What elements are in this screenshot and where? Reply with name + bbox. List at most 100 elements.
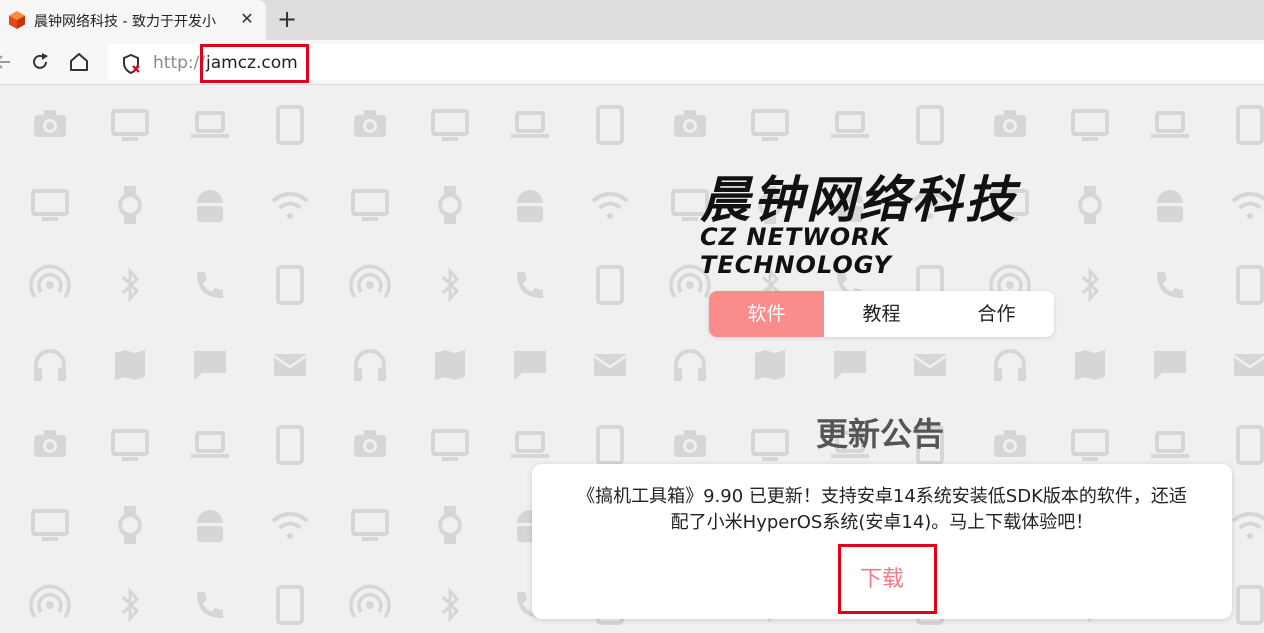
tablet-icon xyxy=(276,265,304,305)
android-icon xyxy=(197,510,223,542)
laptop-icon xyxy=(1151,111,1189,138)
tablet-icon xyxy=(1236,585,1264,625)
mail-icon xyxy=(913,354,947,376)
hotspot-icon xyxy=(349,264,391,299)
tab-software[interactable]: 软件 xyxy=(709,291,824,337)
camera-icon xyxy=(34,110,66,137)
back-arrow-icon[interactable] xyxy=(0,51,14,73)
chat-icon xyxy=(1154,351,1186,380)
bluetooth-icon xyxy=(121,587,140,623)
bluetooth-icon xyxy=(1081,267,1100,303)
url-scheme: http:// xyxy=(153,53,206,73)
notice-line-1: 《搞机工具箱》9.90 已更新！支持安卓14系统安装低SDK版本的软件，还适 xyxy=(577,486,1187,507)
laptop-icon xyxy=(511,431,549,458)
android-icon xyxy=(197,190,223,222)
new-tab-button[interactable]: + xyxy=(276,6,298,32)
highlight-box-url xyxy=(200,44,309,83)
android-icon xyxy=(517,190,543,222)
not-secure-shield-icon[interactable] xyxy=(120,53,142,75)
hotspot-icon xyxy=(349,584,391,619)
bluetooth-icon xyxy=(441,267,460,303)
hotspot-icon xyxy=(29,264,71,299)
map-icon xyxy=(435,350,465,380)
category-tabs: 软件 教程 合作 xyxy=(709,291,1054,337)
monitor-icon xyxy=(1071,109,1109,141)
wifi-icon xyxy=(591,191,629,219)
laptop-icon xyxy=(191,431,229,458)
notice-line-2: 配了小米HyperOS系统(安卓14)。马上下载体验吧！ xyxy=(670,512,1094,533)
phone-icon xyxy=(517,272,543,298)
wifi-icon xyxy=(271,191,309,219)
tablet-icon xyxy=(916,105,944,145)
camera-icon xyxy=(34,430,66,457)
close-tab-icon[interactable]: ✕ xyxy=(238,10,256,28)
laptop-icon xyxy=(1151,431,1189,458)
laptop-icon xyxy=(511,111,549,138)
map-icon xyxy=(1075,350,1105,380)
monitor-icon xyxy=(351,509,389,541)
monitor-icon xyxy=(31,189,69,221)
watch-icon xyxy=(118,186,142,224)
bluetooth-icon xyxy=(121,267,140,303)
reload-icon[interactable] xyxy=(29,51,51,73)
page-content: 晨钟网络科技 CZ NETWORK TECHNOLOGY 软件 教程 合作 更新… xyxy=(0,85,1264,633)
camera-icon xyxy=(674,110,706,137)
headphones-icon xyxy=(34,349,66,381)
notice-card: 《搞机工具箱》9.90 已更新！支持安卓14系统安装低SDK版本的软件，还适 配… xyxy=(532,464,1232,619)
tab-strip: 晨钟网络科技 - 致力于开发小 ✕ + xyxy=(0,0,1264,40)
camera-icon xyxy=(354,430,386,457)
tablet-icon xyxy=(276,105,304,145)
brand-title-cn: 晨钟网络科技 xyxy=(700,171,1018,229)
monitor-icon xyxy=(431,109,469,141)
laptop-icon xyxy=(191,111,229,138)
phone-icon xyxy=(197,272,223,298)
headphones-icon xyxy=(994,349,1026,381)
tablet-icon xyxy=(276,425,304,465)
map-icon xyxy=(115,350,145,380)
tab-title: 晨钟网络科技 - 致力于开发小 xyxy=(34,14,216,30)
tab-cooperation[interactable]: 合作 xyxy=(939,291,1054,337)
wifi-icon xyxy=(1231,511,1264,539)
phone-icon xyxy=(197,592,223,618)
watch-icon xyxy=(438,506,462,544)
monitor-icon xyxy=(351,189,389,221)
map-icon xyxy=(755,350,785,380)
tablet-icon xyxy=(596,425,624,465)
chat-icon xyxy=(514,351,546,380)
cube-icon xyxy=(9,11,25,29)
browser-toolbar: http:// jamcz.com xyxy=(0,40,1264,85)
tab-tutorials[interactable]: 教程 xyxy=(824,291,939,337)
wifi-icon xyxy=(1231,191,1264,219)
tablet-icon xyxy=(1236,105,1264,145)
monitor-icon xyxy=(111,429,149,461)
tablet-icon xyxy=(596,105,624,145)
camera-icon xyxy=(354,110,386,137)
monitor-icon xyxy=(31,509,69,541)
laptop-icon xyxy=(831,111,869,138)
monitor-icon xyxy=(431,429,469,461)
tablet-icon xyxy=(596,265,624,305)
home-icon[interactable] xyxy=(68,51,90,73)
camera-icon xyxy=(674,430,706,457)
headphones-icon xyxy=(674,349,706,381)
tablet-icon xyxy=(1236,265,1264,305)
phone-icon xyxy=(1157,272,1183,298)
watch-icon xyxy=(118,506,142,544)
monitor-icon xyxy=(751,109,789,141)
brand-title-en: CZ NETWORK TECHNOLOGY xyxy=(700,223,892,279)
android-icon xyxy=(1157,190,1183,222)
headphones-icon xyxy=(354,349,386,381)
mail-icon xyxy=(273,354,307,376)
watch-icon xyxy=(1078,186,1102,224)
mail-icon xyxy=(593,354,627,376)
tablet-icon xyxy=(1236,425,1264,465)
browser-tab[interactable]: 晨钟网络科技 - 致力于开发小 ✕ xyxy=(0,0,266,40)
monitor-icon xyxy=(111,109,149,141)
notice-heading: 更新公告 xyxy=(815,415,944,453)
chat-icon xyxy=(194,351,226,380)
monitor-icon xyxy=(1071,429,1109,461)
chat-icon xyxy=(834,351,866,380)
hotspot-icon xyxy=(29,584,71,619)
watch-icon xyxy=(438,186,462,224)
notice-text: 《搞机工具箱》9.90 已更新！支持安卓14系统安装低SDK版本的软件，还适 配… xyxy=(546,484,1218,536)
